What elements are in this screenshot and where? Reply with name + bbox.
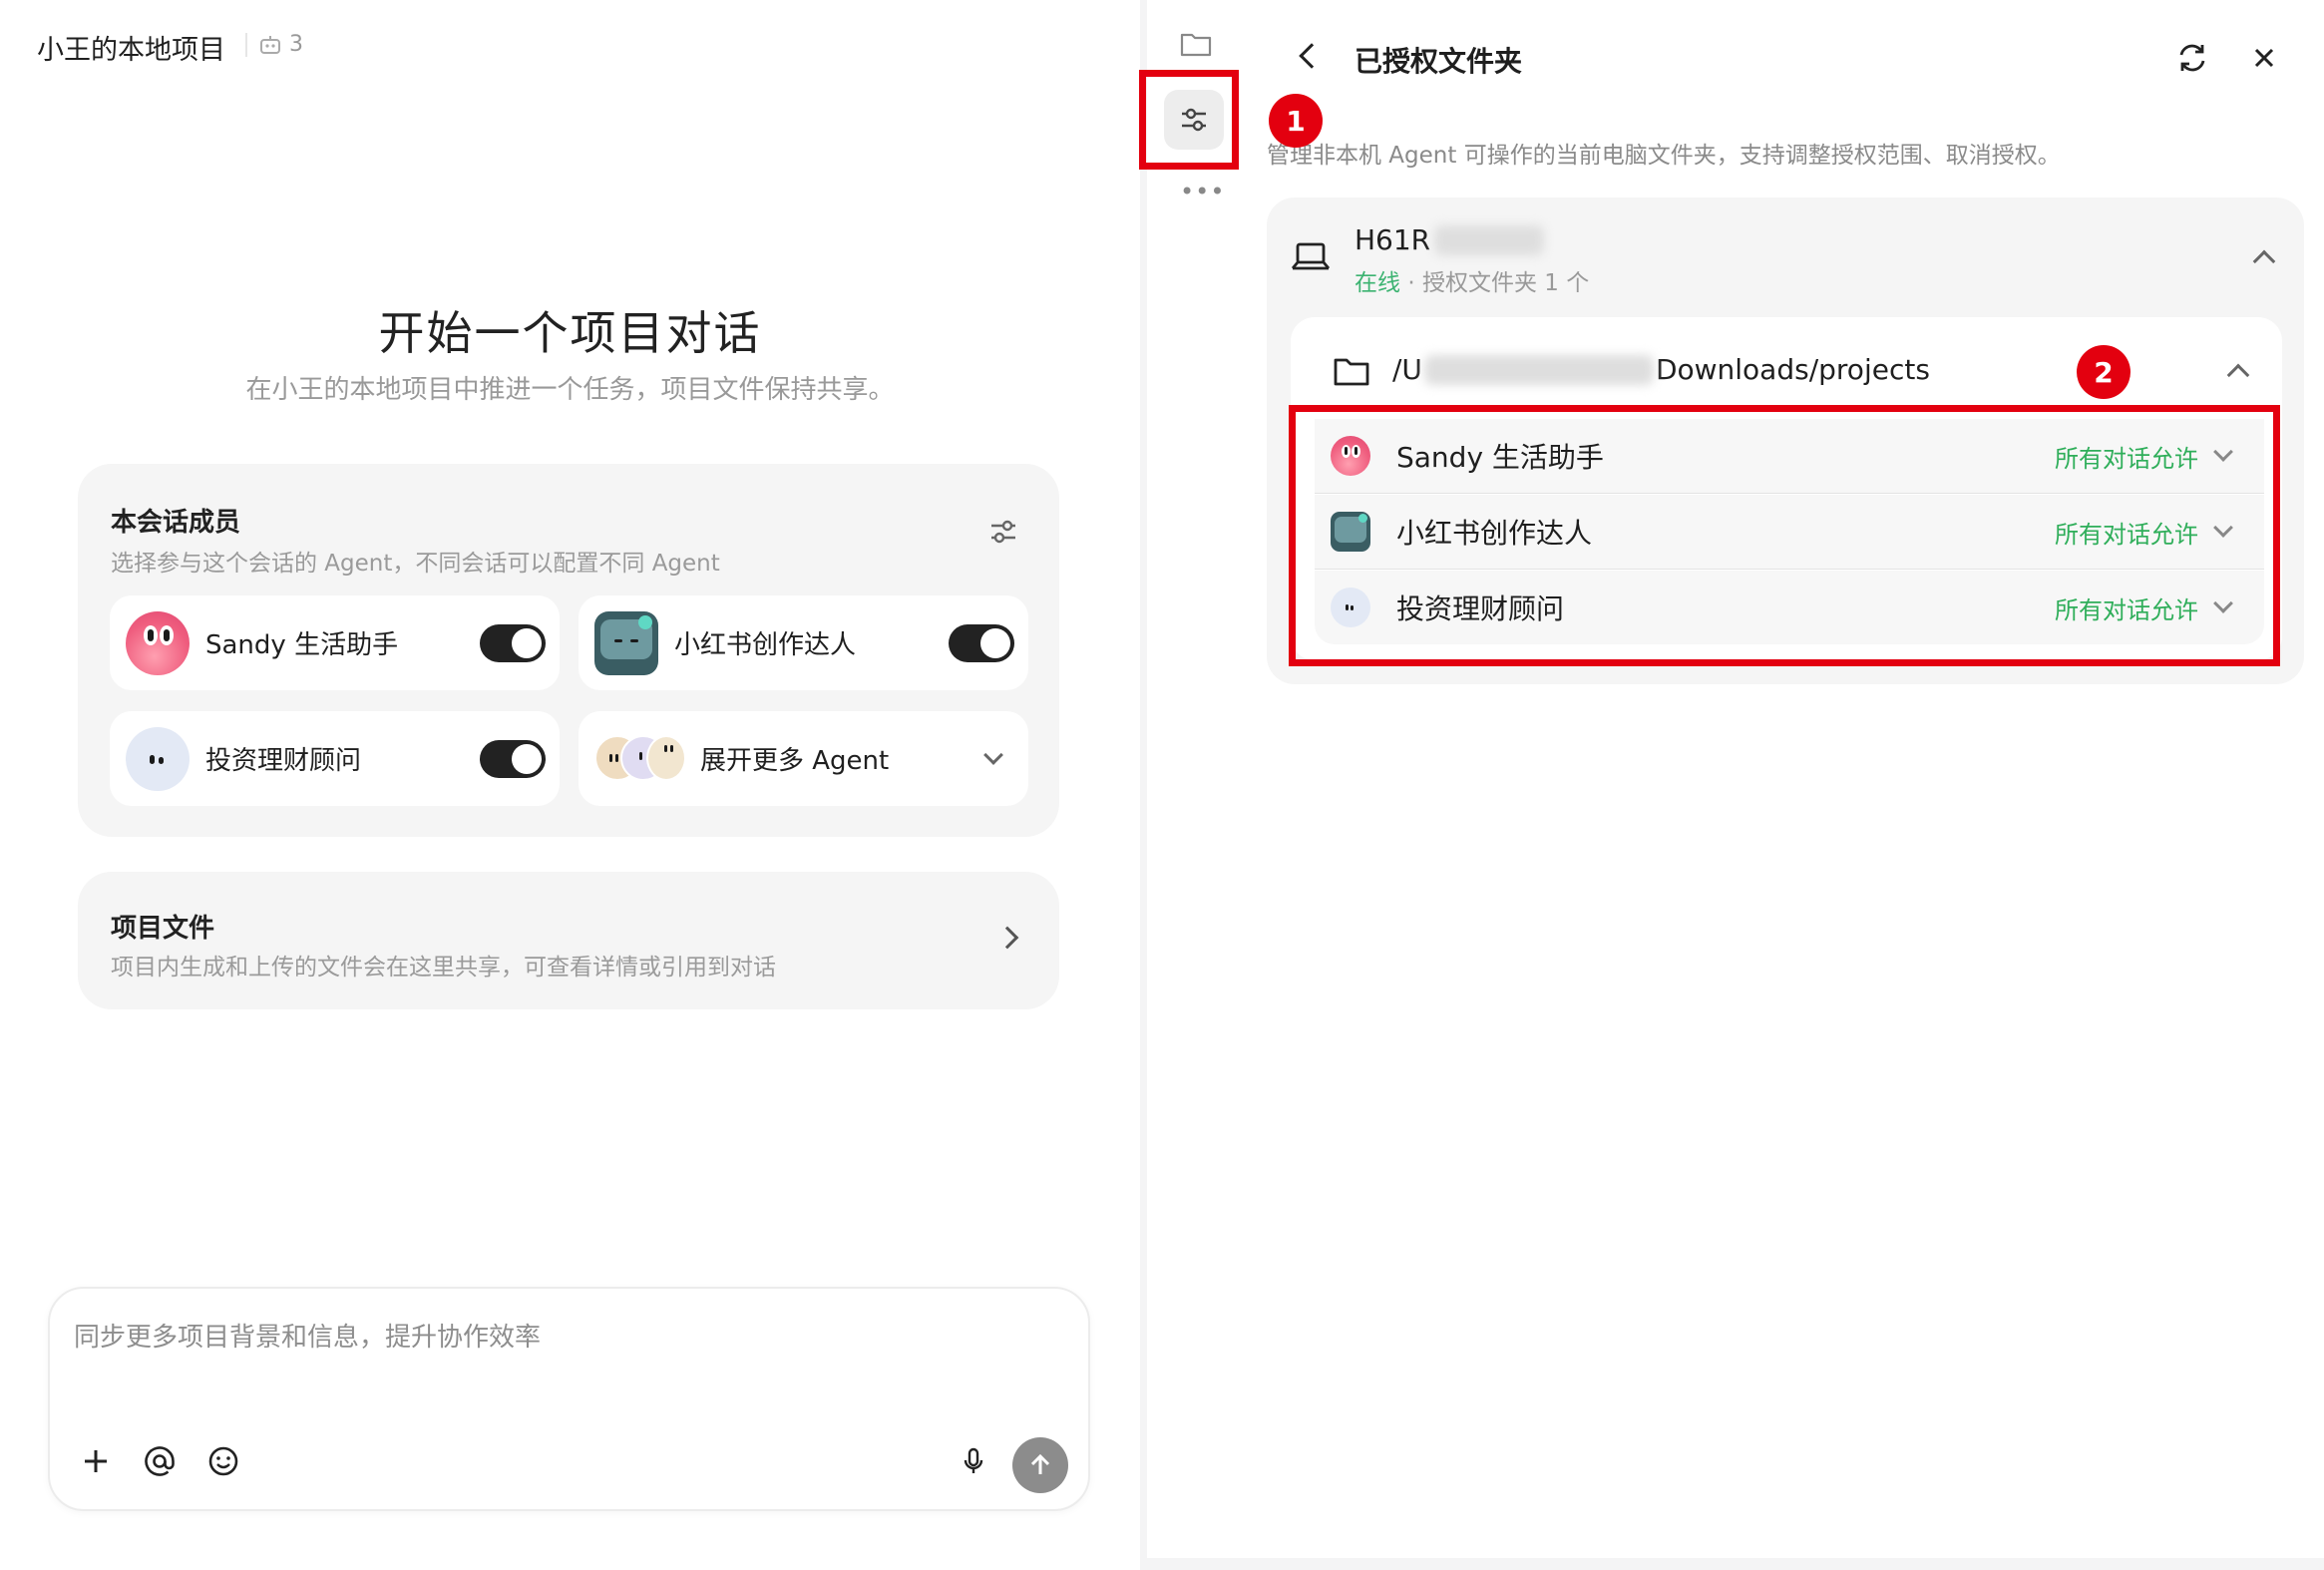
- member-count: 3: [289, 32, 303, 57]
- folder-path: /U Downloads/projects: [1392, 353, 1930, 386]
- device-online-status: 在线: [1355, 270, 1400, 296]
- microphone-icon[interactable]: [956, 1443, 991, 1479]
- redacted-text: [1434, 224, 1545, 255]
- annotation-badge-1: 1: [1269, 94, 1323, 148]
- project-files-card[interactable]: 项目文件 项目内生成和上传的文件会在这里共享，可查看详情或引用到对话: [78, 872, 1059, 1009]
- more-dots-icon[interactable]: •••: [1180, 178, 1225, 205]
- panel-description: 管理非本机 Agent 可操作的当前电脑文件夹，支持调整授权范围、取消授权。: [1267, 143, 2061, 169]
- robot-icon: [260, 35, 280, 54]
- member-count-badge[interactable]: 3: [259, 32, 303, 57]
- project-title: 小王的本地项目: [37, 35, 225, 66]
- app-window: 小王的本地项目 3 开始一个项目对话 在小王的本地项目中推进一个任务，项目文件保…: [0, 0, 2324, 1570]
- device-name: H61R: [1355, 223, 1431, 256]
- annotation-badge-2: 2: [2077, 345, 2130, 399]
- agent-toggle-sandy[interactable]: [480, 623, 546, 662]
- members-title: 本会话成员: [111, 508, 241, 538]
- agent-name: Sandy 生活助手: [205, 630, 399, 660]
- members-subtitle: 选择参与这个会话的 Agent，不同会话可以配置不同 Agent: [111, 551, 720, 577]
- collapse-folder-chevron-icon[interactable]: [2226, 363, 2250, 387]
- authorized-folder-count: 授权文件夹 1 个: [1421, 270, 1590, 296]
- invest-avatar: [126, 726, 190, 791]
- send-button[interactable]: [1012, 1437, 1068, 1493]
- status-separator: ·: [1407, 270, 1415, 296]
- folder-icon: [1334, 358, 1369, 386]
- agent-tile-sandy[interactable]: Sandy 生活助手: [110, 595, 560, 690]
- header-divider: [245, 33, 247, 57]
- empty-state-subtitle: 在小王的本地项目中推进一个任务，项目文件保持共享。: [245, 375, 895, 405]
- chevron-right-icon: [995, 926, 1019, 950]
- device-status-row: 在线 · 授权文件夹 1 个: [1355, 263, 1589, 297]
- agent-name: 小红书创作达人: [674, 630, 857, 660]
- arrow-up-icon: [1030, 1453, 1050, 1474]
- laptop-icon: [1291, 242, 1331, 270]
- project-files-title: 项目文件: [111, 914, 215, 944]
- agent-toggle-xhs[interactable]: [949, 623, 1014, 662]
- message-composer[interactable]: 同步更多项目背景和信息，提升协作效率: [48, 1287, 1090, 1511]
- folder-icon[interactable]: [1180, 30, 1212, 58]
- settings-sliders-icon[interactable]: [987, 516, 1019, 548]
- annotation-highlight-box-1: [1139, 70, 1239, 170]
- chevron-down-icon: [983, 744, 1003, 765]
- close-icon[interactable]: [2248, 42, 2280, 74]
- sandy-avatar: [126, 610, 190, 675]
- project-files-subtitle: 项目内生成和上传的文件会在这里共享，可查看详情或引用到对话: [111, 955, 776, 981]
- plus-icon[interactable]: [78, 1443, 114, 1479]
- agent-name: 投资理财顾问: [205, 746, 362, 776]
- message-input[interactable]: 同步更多项目背景和信息，提升协作效率: [74, 1317, 541, 1354]
- collapse-device-chevron-icon[interactable]: [2252, 249, 2276, 273]
- folder-path-prefix: /U: [1392, 353, 1422, 386]
- expand-more-agents[interactable]: 展开更多 Agent: [579, 711, 1028, 806]
- panel-title: 已授权文件夹: [1355, 45, 1523, 78]
- agent-toggle-invest[interactable]: [480, 739, 546, 778]
- agent-tile-invest[interactable]: 投资理财顾问: [110, 711, 560, 806]
- emoji-icon[interactable]: [205, 1443, 241, 1479]
- redacted-text: [1423, 354, 1654, 385]
- agent-avatar-stack: [594, 734, 686, 783]
- xhs-avatar: [594, 610, 658, 675]
- agent-tile-xhs[interactable]: 小红书创作达人: [579, 595, 1028, 690]
- expand-more-label: 展开更多 Agent: [700, 746, 890, 776]
- annotation-highlight-box-2: [1289, 405, 2280, 666]
- empty-state-title: 开始一个项目对话: [378, 306, 762, 360]
- project-chat-panel: 小王的本地项目 3 开始一个项目对话 在小王的本地项目中推进一个任务，项目文件保…: [0, 0, 1140, 1570]
- mention-icon[interactable]: [142, 1443, 178, 1479]
- refresh-icon[interactable]: [2174, 40, 2210, 76]
- session-members-card: 本会话成员 选择参与这个会话的 Agent，不同会话可以配置不同 Agent S…: [78, 464, 1059, 837]
- folder-path-suffix: Downloads/projects: [1655, 353, 1930, 386]
- device-name-row: H61R: [1355, 223, 1545, 256]
